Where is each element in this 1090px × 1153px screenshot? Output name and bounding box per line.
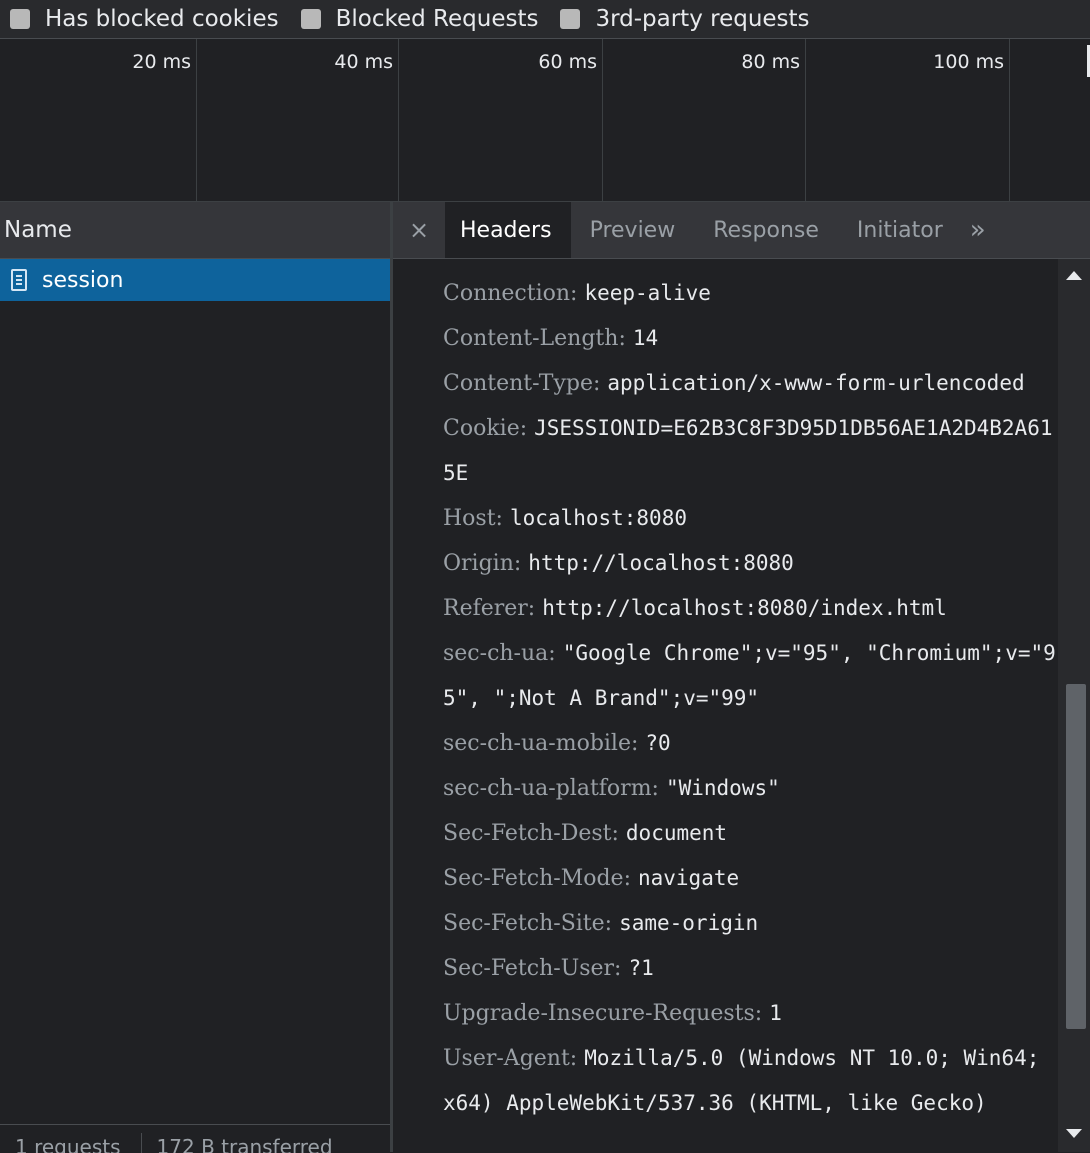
header-value: same-origin [619, 911, 759, 935]
header-value: 14 [632, 326, 659, 350]
header-name: Upgrade-Insecure-Requests: [443, 1001, 763, 1026]
header-value: ?1 [628, 956, 654, 980]
timeline-tick-label: 60 ms [538, 51, 597, 73]
timeline-tick-label: 100 ms [933, 51, 1004, 73]
header-row[interactable]: Sec-Fetch-Site: same-origin [443, 901, 1058, 946]
header-value: application/x-www-form-urlencoded [607, 371, 1025, 395]
filter-bar: Has blocked cookies Blocked Requests 3rd… [0, 0, 1090, 39]
scroll-down-arrow-icon[interactable] [1066, 1129, 1082, 1138]
timeline-tick-label: 20 ms [132, 51, 191, 73]
tab-initiator[interactable]: Initiator [838, 202, 962, 258]
timeline-gridline [1009, 39, 1010, 201]
transferred-size: 172 B transferred [156, 1135, 333, 1153]
detail-tab-bar: × Headers Preview Response Initiator » [393, 202, 1090, 259]
header-row[interactable]: Sec-Fetch-Mode: navigate [443, 856, 1058, 901]
chevron-double-right-icon[interactable]: » [962, 215, 994, 245]
request-detail-panel: × Headers Preview Response Initiator » C… [393, 202, 1090, 1152]
header-value: http://localhost:8080/index.html [542, 596, 947, 620]
header-value: ?0 [645, 731, 671, 755]
header-name: User-Agent: [443, 1046, 578, 1071]
header-name: Sec-Fetch-User: [443, 956, 622, 981]
header-value: "Windows" [665, 776, 780, 800]
header-name: Sec-Fetch-Dest: [443, 821, 619, 846]
timeline-gridline [805, 39, 806, 201]
name-column-label: Name [4, 217, 72, 243]
header-row[interactable]: Referer: http://localhost:8080/index.htm… [443, 586, 1058, 631]
request-list: Name session 1 requests 172 B transferre… [0, 202, 393, 1153]
scrollbar-thumb[interactable] [1066, 684, 1086, 1029]
blocked-requests-label: Blocked Requests [335, 6, 539, 32]
header-row[interactable]: Content-Length: 14 [443, 316, 1058, 361]
header-name: Content-Length: [443, 326, 626, 351]
header-name: sec-ch-ua-platform: [443, 776, 659, 801]
third-party-requests-label: 3rd-party requests [595, 6, 810, 32]
has-blocked-cookies-checkbox[interactable] [10, 9, 30, 29]
request-count: 1 requests [15, 1135, 121, 1153]
has-blocked-cookies-label: Has blocked cookies [45, 6, 279, 32]
header-row[interactable]: Content-Type: application/x-www-form-url… [443, 361, 1058, 406]
filter-blocked-requests[interactable]: Blocked Requests [300, 6, 539, 32]
header-name: Connection: [443, 281, 578, 306]
close-icon[interactable]: × [393, 216, 445, 244]
scroll-up-arrow-icon[interactable] [1066, 271, 1082, 280]
header-row[interactable]: sec-ch-ua-mobile: ?0 [443, 721, 1058, 766]
header-name: Referer: [443, 596, 536, 621]
header-value: localhost:8080 [509, 506, 687, 530]
header-row[interactable]: sec-ch-ua-platform: "Windows" [443, 766, 1058, 811]
timeline-gridline [398, 39, 399, 201]
header-value: http://localhost:8080 [528, 551, 794, 575]
request-name: session [42, 267, 124, 293]
header-name: Sec-Fetch-Mode: [443, 866, 631, 891]
timeline-tick-label: 80 ms [741, 51, 800, 73]
header-name: Content-Type: [443, 371, 601, 396]
timeline-tick-label: 40 ms [334, 51, 393, 73]
tab-headers[interactable]: Headers [445, 202, 571, 258]
header-value: 1 [769, 1001, 782, 1025]
header-row[interactable]: User-Agent: Mozilla/5.0 (Windows NT 10.0… [443, 1036, 1058, 1126]
tab-preview[interactable]: Preview [571, 202, 695, 258]
header-name: Host: [443, 506, 503, 531]
header-value: JSESSIONID=E62B3C8F3D95D1DB56AE1A2D4B2A6… [443, 416, 1053, 485]
header-row[interactable]: Origin: http://localhost:8080 [443, 541, 1058, 586]
summary-divider [140, 1133, 142, 1153]
vertical-scrollbar[interactable] [1058, 259, 1090, 1152]
header-name: Sec-Fetch-Site: [443, 911, 613, 936]
header-name: Origin: [443, 551, 522, 576]
header-row[interactable]: Host: localhost:8080 [443, 496, 1058, 541]
name-column-header[interactable]: Name [0, 202, 390, 259]
request-headers-list: Connection: keep-alive Content-Length: 14… [393, 259, 1058, 1152]
header-row[interactable]: Sec-Fetch-User: ?1 [443, 946, 1058, 991]
filter-has-blocked-cookies[interactable]: Has blocked cookies [10, 6, 279, 32]
header-value: keep-alive [584, 281, 711, 305]
timeline-gridline [602, 39, 603, 201]
blocked-requests-checkbox[interactable] [300, 9, 321, 29]
document-icon [11, 269, 27, 291]
header-name: Cookie: [443, 416, 528, 441]
header-value: navigate [637, 866, 740, 890]
header-row[interactable]: Connection: keep-alive [443, 271, 1058, 316]
timeline-gridline [196, 39, 197, 201]
header-row[interactable]: Sec-Fetch-Dest: document [443, 811, 1058, 856]
third-party-requests-checkbox[interactable] [560, 9, 581, 29]
tab-response[interactable]: Response [694, 202, 838, 258]
header-row[interactable]: Cookie: JSESSIONID=E62B3C8F3D95D1DB56AE1… [443, 406, 1058, 496]
timeline-overview[interactable]: 20 ms 40 ms 60 ms 80 ms 100 ms [0, 39, 1090, 202]
status-summary: 1 requests 172 B transferred [0, 1124, 390, 1153]
header-row[interactable]: Upgrade-Insecure-Requests: 1 [443, 991, 1058, 1036]
request-row-session[interactable]: session [0, 259, 390, 301]
header-value: document [625, 821, 728, 845]
filter-third-party-requests[interactable]: 3rd-party requests [560, 6, 810, 32]
header-name: sec-ch-ua-mobile: [443, 731, 639, 756]
header-name: sec-ch-ua: [443, 641, 556, 666]
header-row[interactable]: sec-ch-ua: "Google Chrome";v="95", "Chro… [443, 631, 1058, 721]
